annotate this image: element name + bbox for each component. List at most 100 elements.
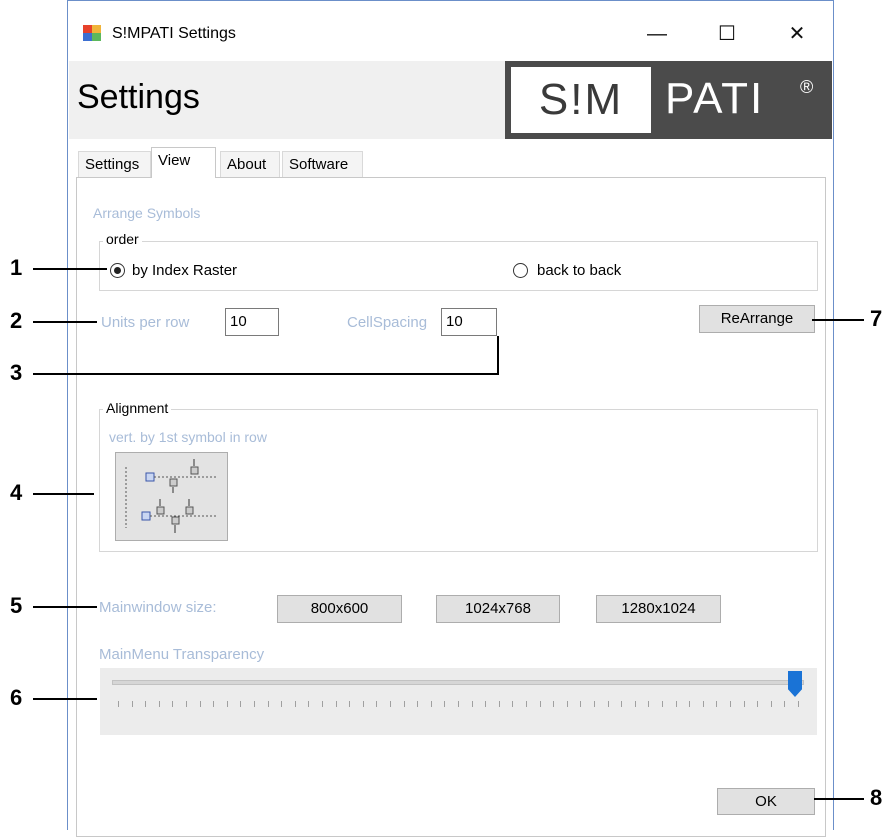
units-per-row-input[interactable]: 10: [225, 308, 279, 336]
window-title: S!MPATI Settings: [112, 25, 236, 42]
logo-text-right: PATI: [665, 74, 765, 123]
minimize-button[interactable]: —: [634, 19, 680, 49]
tab-about[interactable]: About: [220, 151, 280, 177]
settings-window: S!MPATI Settings — ☐ ✕ Settings S!M PATI…: [67, 0, 834, 837]
callout-3-line: [33, 373, 499, 375]
slider-tick: [662, 701, 663, 707]
radio-back-to-back[interactable]: [513, 263, 528, 278]
slider-tick: [404, 701, 405, 707]
ok-button[interactable]: OK: [717, 788, 815, 815]
close-button[interactable]: ✕: [774, 19, 820, 49]
slider-tick: [186, 701, 187, 707]
callout-6: 6: [10, 685, 23, 710]
arrange-symbols-label: Arrange Symbols: [93, 205, 201, 221]
slider-tick: [281, 701, 282, 707]
slider-tick: [145, 701, 146, 707]
order-legend: order: [103, 231, 142, 247]
page-title: Settings: [77, 78, 200, 116]
tab-settings[interactable]: Settings: [78, 151, 151, 177]
mainwindow-size-label: Mainwindow size:: [99, 599, 217, 616]
transparency-slider[interactable]: [100, 668, 817, 735]
callout-8: 8: [870, 785, 883, 810]
slider-tick: [458, 701, 459, 707]
callout-2: 2: [10, 308, 23, 333]
radio-index-raster-label[interactable]: by Index Raster: [132, 262, 237, 279]
callout-1-line: [33, 268, 107, 270]
transparency-label: MainMenu Transparency: [99, 646, 265, 663]
simpati-logo: S!M PATI ®: [505, 61, 832, 139]
callout-4: 4: [10, 480, 23, 505]
slider-tick: [431, 701, 432, 707]
radio-index-raster[interactable]: [110, 263, 125, 278]
slider-tick: [526, 701, 527, 707]
callout-1: 1: [10, 255, 23, 280]
app-icon: [83, 25, 101, 41]
radio-back-to-back-label[interactable]: back to back: [537, 262, 621, 279]
alignment-mode-button[interactable]: [115, 452, 228, 541]
slider-tick: [499, 701, 500, 707]
slider-tick: [676, 701, 677, 707]
slider-tick: [635, 701, 636, 707]
slider-tick: [567, 701, 568, 707]
slider-tick: [213, 701, 214, 707]
slider-tick: [349, 701, 350, 707]
slider-tick: [444, 701, 445, 707]
slider-tick: [172, 701, 173, 707]
callout-5-line: [33, 606, 97, 608]
header-band: Settings S!M PATI ®: [69, 61, 832, 139]
logo-registered-mark: ®: [800, 77, 814, 97]
slider-tick: [580, 701, 581, 707]
slider-tick: [621, 701, 622, 707]
slider-tick: [798, 701, 799, 707]
slider-tick: [376, 701, 377, 707]
slider-tick: [784, 701, 785, 707]
cellspacing-input[interactable]: 10: [441, 308, 497, 336]
slider-tick: [159, 701, 160, 707]
callout-7-line: [812, 319, 864, 321]
callout-3: 3: [10, 360, 23, 385]
title-bar: S!MPATI Settings — ☐ ✕: [68, 1, 833, 61]
units-per-row-label: Units per row: [101, 314, 190, 331]
callout-6-line: [33, 698, 97, 700]
slider-tick: [485, 701, 486, 707]
slider-tick: [390, 701, 391, 707]
slider-tick: [703, 701, 704, 707]
slider-tick: [240, 701, 241, 707]
tab-view[interactable]: View: [151, 147, 216, 178]
slider-tick: [594, 701, 595, 707]
alignment-legend: Alignment: [103, 400, 172, 416]
slider-tick: [648, 701, 649, 707]
slider-tick: [512, 701, 513, 707]
slider-tick: [689, 701, 690, 707]
tab-software[interactable]: Software: [282, 151, 363, 177]
callout-4-line: [33, 493, 94, 495]
callout-2-line: [33, 321, 97, 323]
size-1024x768-button[interactable]: 1024x768: [436, 595, 560, 623]
slider-tick: [730, 701, 731, 707]
slider-tick: [417, 701, 418, 707]
size-800x600-button[interactable]: 800x600: [277, 595, 402, 623]
slider-tick: [608, 701, 609, 707]
slider-tick: [295, 701, 296, 707]
alignment-mode-label: vert. by 1st symbol in row: [109, 429, 267, 445]
slider-tick: [336, 701, 337, 707]
slider-tick: [118, 701, 119, 707]
rearrange-button[interactable]: ReArrange: [699, 305, 815, 333]
maximize-button[interactable]: ☐: [704, 19, 750, 49]
slider-tick: [716, 701, 717, 707]
callout-8-line: [814, 798, 864, 800]
cellspacing-label: CellSpacing: [347, 314, 428, 331]
size-1280x1024-button[interactable]: 1280x1024: [596, 595, 721, 623]
slider-tick: [227, 701, 228, 707]
logo-text-left: S!M: [511, 67, 651, 133]
slider-tick: [268, 701, 269, 707]
callout-5: 5: [10, 593, 23, 618]
slider-tick: [308, 701, 309, 707]
slider-track: [112, 680, 804, 685]
slider-tick: [132, 701, 133, 707]
slider-thumb[interactable]: [788, 671, 802, 697]
slider-tick: [771, 701, 772, 707]
slider-tick: [744, 701, 745, 707]
slider-tick: [757, 701, 758, 707]
slider-tick: [472, 701, 473, 707]
